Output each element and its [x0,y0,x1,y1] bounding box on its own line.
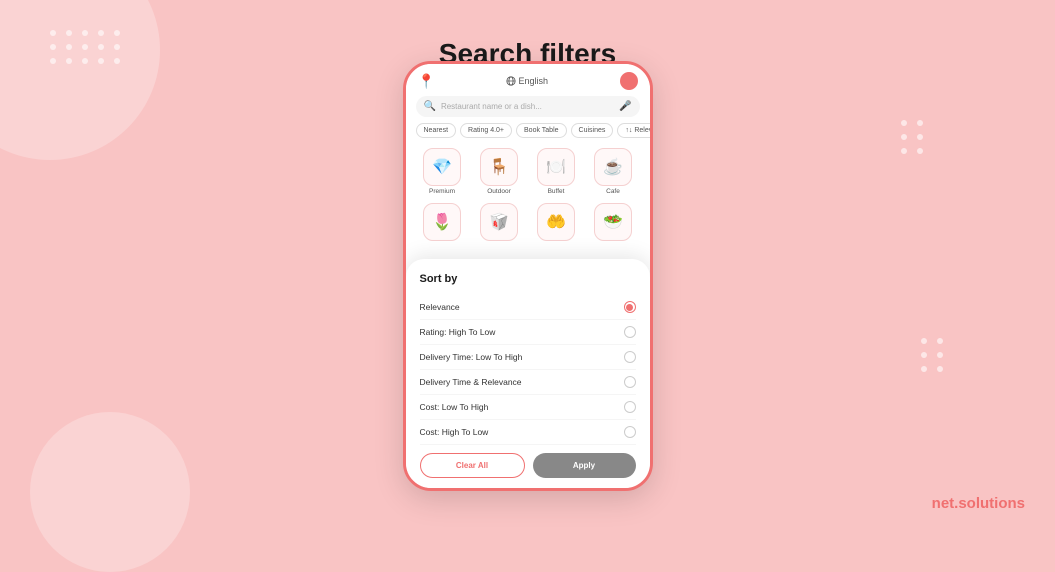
premium-icon: 💎 [423,148,461,186]
filter-tab-nearest[interactable]: Nearest [416,123,457,138]
globe-icon [506,76,516,86]
sort-option-delivery-relevance-label: Delivery Time & Relevance [420,377,522,387]
brand-name-solutions: solutions [958,495,1025,512]
sort-title: Sort by [420,273,636,285]
salad-icon: 🥗 [594,203,632,241]
category-outdoor[interactable]: 🪑 Outdoor [473,148,526,195]
radio-cost-high[interactable] [624,426,636,438]
category-grid-row1: 💎 Premium 🪑 Outdoor 🍽️ Buffet ☕ Cafe [406,144,650,199]
category-premium[interactable]: 💎 Premium [416,148,469,195]
hands-icon: 🤲 [537,203,575,241]
brand-name-net: net [932,495,955,512]
filter-tab-cuisines[interactable]: Cuisines [571,123,614,138]
filter-tab-booktable[interactable]: Book Table [516,123,567,138]
category-row2-2[interactable]: 🥡 [473,203,526,241]
sort-option-rating-label: Rating: High To Low [420,327,496,337]
sort-sheet: Sort by Relevance Rating: High To Low De… [406,259,650,488]
takeaway-icon: 🥡 [480,203,518,241]
premium-label: Premium [429,188,455,195]
radio-cost-low[interactable] [624,401,636,413]
clear-all-button[interactable]: Clear All [420,453,525,478]
deco-dots-right2 [921,338,945,372]
deco-dots-top-left [50,30,122,64]
radio-delivery-time[interactable] [624,351,636,363]
search-placeholder: Restaurant name or a dish... [441,102,614,111]
search-bar[interactable]: 🔍 Restaurant name or a dish... 🎤 [416,96,640,117]
category-cafe[interactable]: ☕ Cafe [587,148,640,195]
phone-frame: 📍 English 🔍 Restaurant name or a dish...… [403,61,653,491]
sort-option-delivery-time[interactable]: Delivery Time: Low To High [420,345,636,370]
buffet-label: Buffet [548,188,565,195]
cafe-label: Cafe [606,188,620,195]
category-grid-row2: 🌷 🥡 🤲 🥗 [406,199,650,241]
sort-option-rating[interactable]: Rating: High To Low [420,320,636,345]
filter-tab-relevance[interactable]: ↑↓ Relevance [617,123,649,138]
outdoor-label: Outdoor [487,188,511,195]
filter-tabs: Nearest Rating 4.0+ Book Table Cuisines … [406,123,650,144]
sort-option-cost-high-label: Cost: High To Low [420,427,489,437]
lang-selector[interactable]: English [506,76,548,86]
sort-option-delivery-time-label: Delivery Time: Low To High [420,352,523,362]
category-row2-3[interactable]: 🤲 [530,203,583,241]
sort-option-cost-low[interactable]: Cost: Low To High [420,395,636,420]
cafe-icon: ☕ [594,148,632,186]
category-row2-4[interactable]: 🥗 [587,203,640,241]
buffet-icon: 🍽️ [537,148,575,186]
search-icon: 🔍 [424,101,436,112]
radio-relevance[interactable] [624,301,636,313]
radio-rating[interactable] [624,326,636,338]
deco-dots-right [901,120,925,154]
sort-option-delivery-relevance[interactable]: Delivery Time & Relevance [420,370,636,395]
phone-topbar: 📍 English [406,64,650,96]
location-icon: 📍 [418,73,435,90]
sort-option-relevance[interactable]: Relevance [420,295,636,320]
category-row2-1[interactable]: 🌷 [416,203,469,241]
outdoor-icon: 🪑 [480,148,518,186]
radio-delivery-relevance[interactable] [624,376,636,388]
deco-circle-bottom-left [30,412,190,572]
category-buffet[interactable]: 🍽️ Buffet [530,148,583,195]
filter-tab-rating[interactable]: Rating 4.0+ [460,123,512,138]
flower-icon: 🌷 [423,203,461,241]
sheet-buttons: Clear All Apply [420,445,636,488]
sort-option-cost-high[interactable]: Cost: High To Low [420,420,636,445]
sort-option-cost-low-label: Cost: Low To High [420,402,489,412]
brand-logo: net.solutions [932,495,1025,512]
deco-circle-top-left [0,0,160,160]
avatar [620,72,638,90]
mic-icon[interactable]: 🎤 [619,101,631,112]
apply-button[interactable]: Apply [533,453,636,478]
sort-option-relevance-label: Relevance [420,302,460,312]
